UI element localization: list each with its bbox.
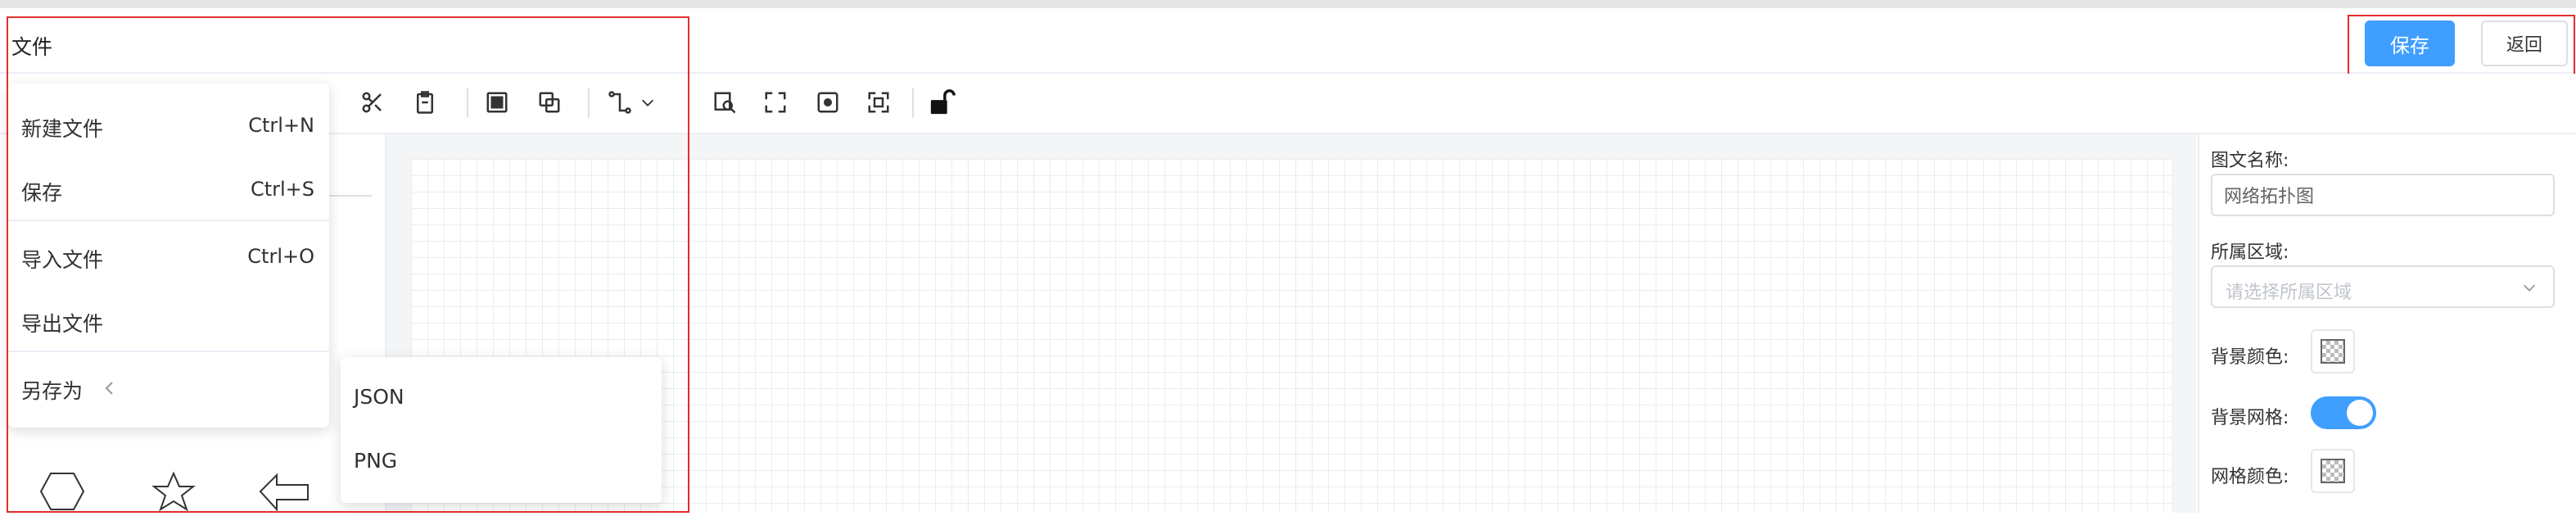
toolbar-separator — [588, 88, 590, 118]
chevron-down-icon — [2520, 278, 2538, 300]
menu-item-shortcut: Ctrl+O — [247, 245, 314, 268]
grid-color-label: 网格颜色: — [2211, 467, 2289, 487]
file-dropdown-menu: 新建文件 Ctrl+N 保存 Ctrl+S 导入文件 Ctrl+O 导出文件 另… — [8, 84, 329, 428]
menu-item-label: 保存 — [21, 181, 63, 205]
cut-icon[interactable] — [354, 84, 391, 121]
app-header: 文件 — [0, 8, 2576, 74]
grid-color-picker[interactable] — [2311, 449, 2355, 493]
transparent-swatch-icon — [2321, 339, 2345, 364]
bg-grid-label: 背景网格: — [2211, 408, 2289, 428]
hexagon-icon[interactable] — [39, 473, 85, 510]
menu-item-shortcut: Ctrl+S — [250, 178, 314, 201]
region-label: 所属区域: — [2211, 242, 2289, 263]
arrow-left-icon[interactable] — [259, 473, 309, 512]
bg-color-label: 背景颜色: — [2211, 347, 2289, 368]
menu-item-save[interactable]: 保存 Ctrl+S — [8, 170, 329, 211]
send-back-icon[interactable] — [531, 84, 568, 121]
name-label: 图文名称: — [2211, 151, 2289, 171]
file-menu[interactable]: 文件 — [11, 31, 52, 61]
menu-item-label: 另存为 — [21, 379, 84, 403]
region-select[interactable]: 请选择所属区域 — [2211, 265, 2555, 308]
window-top-bar — [0, 0, 2576, 8]
fit-icon[interactable] — [809, 84, 847, 121]
bg-grid-toggle[interactable] — [2311, 396, 2376, 429]
menu-divider — [8, 220, 329, 221]
menu-item-label: 新建文件 — [21, 117, 104, 141]
bg-color-picker[interactable] — [2311, 329, 2355, 373]
menu-divider — [8, 351, 329, 352]
menu-item-shortcut: Ctrl+N — [248, 114, 314, 137]
zoom-search-icon[interactable] — [706, 84, 743, 121]
shape-palette — [33, 467, 328, 516]
transparent-swatch-icon — [2321, 459, 2345, 483]
paste-icon[interactable] — [406, 84, 444, 121]
fullscreen-icon[interactable] — [757, 84, 794, 121]
menu-item-import-file[interactable]: 导入文件 Ctrl+O — [8, 238, 329, 278]
save-as-submenu: JSON PNG — [341, 357, 662, 503]
menu-item-export-file[interactable]: 导出文件 — [8, 301, 329, 342]
submenu-item-png[interactable]: PNG — [354, 449, 397, 473]
toolbar-separator — [467, 88, 468, 118]
bring-front-icon[interactable] — [478, 84, 516, 121]
name-input[interactable] — [2211, 174, 2555, 216]
menu-item-label: 导入文件 — [21, 248, 104, 272]
region-placeholder: 请选择所属区域 — [2226, 283, 2352, 303]
connector-icon[interactable] — [601, 84, 639, 121]
menu-item-label: 导出文件 — [21, 312, 104, 336]
toggle-knob — [2347, 400, 2373, 426]
star-icon[interactable] — [151, 471, 196, 512]
drawing-canvas[interactable] — [411, 159, 2172, 513]
unlock-icon[interactable] — [924, 84, 961, 121]
menu-item-new-file[interactable]: 新建文件 Ctrl+N — [8, 106, 329, 147]
toolbar-separator — [912, 88, 914, 118]
chevron-left-icon — [102, 378, 118, 401]
highlight-box-header-buttons — [2348, 15, 2575, 75]
submenu-item-json[interactable]: JSON — [354, 385, 404, 409]
chevron-down-icon[interactable] — [635, 84, 660, 121]
menu-item-save-as[interactable]: 另存为 — [8, 369, 329, 410]
expand-icon[interactable] — [860, 84, 897, 121]
